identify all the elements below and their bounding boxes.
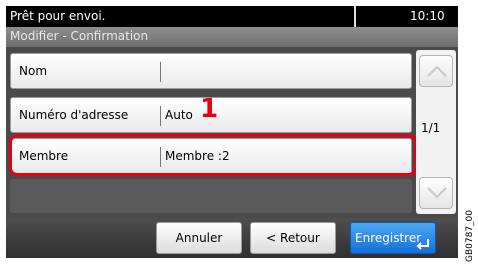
row-label: Nom xyxy=(19,64,48,78)
row-value: Auto xyxy=(165,108,193,122)
touch-panel: Prêt pour envoi. 10:10 Modifier - Confir… xyxy=(6,6,458,258)
page-indicator: 1/1 xyxy=(421,121,441,135)
empty-row xyxy=(10,179,412,213)
figure-code: GB0787_00 xyxy=(465,209,475,262)
footer-bar: Annuler < Retour Enregistrer xyxy=(6,218,458,258)
settings-list: Nom Numéro d'adresse Auto Membre Membre … xyxy=(6,47,458,218)
scroll-up-button[interactable] xyxy=(419,55,453,87)
screen-title: Modifier - Confirmation xyxy=(10,29,149,43)
row-separator xyxy=(160,62,161,82)
scroll-column: 1/1 xyxy=(416,50,456,214)
screen-title-bar: Modifier - Confirmation xyxy=(6,27,458,47)
callout-number: 1 xyxy=(200,94,219,124)
status-bar: Prêt pour envoi. 10:10 xyxy=(6,6,458,27)
enter-icon xyxy=(416,239,429,250)
chevron-down-icon xyxy=(427,187,447,199)
cancel-button[interactable]: Annuler xyxy=(156,222,242,254)
row-label: Numéro d'adresse xyxy=(19,108,129,122)
status-message: Prêt pour envoi. xyxy=(10,9,106,23)
chevron-up-icon xyxy=(427,65,447,77)
row-separator xyxy=(160,106,161,126)
save-button-label: Enregistrer xyxy=(355,231,422,245)
back-button[interactable]: < Retour xyxy=(250,222,336,254)
highlight-frame xyxy=(9,134,417,176)
save-button[interactable]: Enregistrer xyxy=(350,222,436,254)
row-nom[interactable]: Nom xyxy=(10,53,412,89)
scroll-down-button[interactable] xyxy=(419,177,453,209)
status-time: 10:10 xyxy=(410,9,445,23)
status-divider xyxy=(354,6,356,27)
